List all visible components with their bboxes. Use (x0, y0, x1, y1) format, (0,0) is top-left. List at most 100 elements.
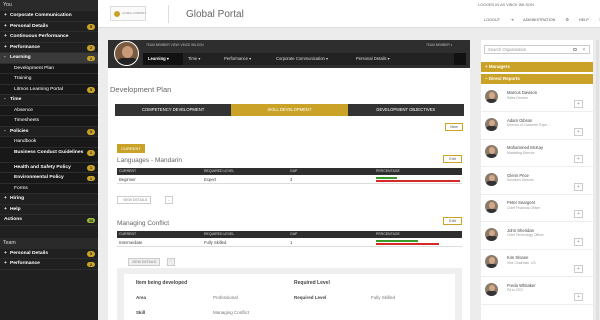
sidebar-item-forms[interactable]: Forms (0, 183, 98, 194)
report-name[interactable]: John Sheridan (507, 228, 534, 233)
search-icon[interactable] (573, 47, 577, 51)
grid-header: CURRENT REQUIRED LEVEL GAP PERCENTAGE (117, 231, 462, 238)
list-item[interactable]: Mohammed McKay Marketing Director + (481, 141, 593, 167)
nav-personal-details[interactable]: Personal Details ▾ (351, 53, 411, 65)
tab-competency-development[interactable]: COMPETENCY DEVELOPMENT (115, 104, 232, 116)
add-icon[interactable]: + (574, 265, 583, 273)
area-value: Professional (213, 295, 238, 300)
avatar (485, 227, 498, 241)
tab-skill-development[interactable]: SKILL DEVELOPMENT (231, 104, 348, 116)
view-details-button[interactable]: VIEW DETAILS (128, 258, 161, 266)
help-link[interactable]: HELP ? (579, 18, 600, 22)
tab-development-objectives[interactable]: DEVELOPMENT OBJECTIVES (347, 104, 464, 116)
add-icon[interactable]: + (574, 210, 583, 218)
nav-time[interactable]: Time ▾ (183, 53, 219, 65)
view-details-button[interactable]: VIEW DETAILS (117, 196, 152, 204)
logout-link[interactable]: LOGOUT ⇥ (484, 18, 513, 22)
new-button[interactable]: New (445, 123, 463, 131)
report-name[interactable]: Glenn Price (507, 173, 529, 178)
sidebar-item-training[interactable]: Training (0, 74, 98, 85)
required-level-value: Fully Skilled (371, 295, 396, 300)
avatar (485, 200, 498, 213)
sidebar-item-business-conduct[interactable]: Business Conduct Guidelines 1 (0, 147, 98, 163)
search-input[interactable]: Search Organisation ✕ (484, 45, 590, 54)
team-member-dropdown[interactable]: TEAM MEMBER ▾ (426, 43, 452, 47)
sidebar-item-development-plan[interactable]: Development Plan (0, 63, 98, 74)
report-name[interactable]: Mohammed McKay (507, 145, 543, 150)
sidebar-item-time[interactable]: - Time (0, 95, 98, 106)
list-item[interactable]: John Sheridan Chief Technology Officer + (481, 224, 593, 250)
administration-link[interactable]: ADMINISTRATION ⚙ (523, 18, 569, 22)
scrollbar[interactable] (596, 40, 599, 320)
add-icon[interactable]: + (574, 127, 583, 136)
skill-label: Skill (136, 310, 146, 315)
count-badge: 1 (87, 165, 95, 171)
sidebar-item-help[interactable]: + Help (0, 205, 98, 215)
skill-grid: CURRENT REQUIRED LEVEL GAP PERCENTAGE In… (117, 231, 462, 247)
green-bar (376, 239, 418, 242)
sidebar-team-header: Team (0, 237, 98, 249)
edit-button[interactable]: Edit (443, 155, 462, 163)
add-icon[interactable]: + (574, 100, 583, 108)
sidebar-item-team-personal-details[interactable]: + Personal Details 5 (0, 249, 98, 259)
add-icon[interactable]: + (574, 155, 583, 163)
chevron-up-icon[interactable]: ⌃ (167, 258, 175, 266)
sidebar-item-continuous-performance[interactable]: + Continuous Performance (0, 32, 98, 43)
add-icon[interactable]: + (574, 237, 583, 246)
sidebar-item-actions[interactable]: Actions 38 (0, 215, 98, 226)
sidebar-item-performance[interactable]: + Performance 2 (0, 43, 98, 53)
list-item[interactable]: Peter Seargent Chief Financial Officer + (481, 196, 593, 222)
edit-button[interactable]: Edit (443, 217, 462, 225)
list-item[interactable]: Kim Sloane Vice Chairman, US + (481, 251, 593, 277)
red-bar (376, 179, 460, 182)
details-panel: VIEW DETAILS ⌃ Item being developed Requ… (117, 258, 462, 320)
skill-grid: CURRENT REQUIRED LEVEL GAP PERCENTAGE Be… (117, 168, 462, 184)
count-badge: 5 (87, 251, 95, 257)
close-icon[interactable]: ✕ (582, 46, 586, 53)
sidebar-item-personal-details[interactable]: + Personal Details 5 (0, 22, 98, 32)
required-level-label: Required Level (294, 295, 327, 300)
grid-header: CURRENT REQUIRED LEVEL GAP PERCENTAGE (117, 168, 462, 175)
nav-learning[interactable]: Learning ▾ (143, 53, 183, 65)
company-logo[interactable]: GLOBAL COMPANY (110, 6, 146, 21)
sidebar-item-timesheets[interactable]: Timesheets (0, 116, 98, 127)
report-name[interactable]: Kim Sloane (507, 255, 528, 260)
page-title: Development Plan (110, 85, 172, 94)
nav-corporate-communication[interactable]: Corporate Communication ▾ (271, 53, 351, 65)
sidebar-item-litmos[interactable]: Litmos Learning Portal 5 (0, 84, 98, 95)
red-bar (376, 242, 439, 245)
list-item[interactable]: Glenn Price Solutions Director + (481, 169, 593, 195)
sidebar-item-environmental[interactable]: Environmental Policy 1 (0, 173, 98, 184)
direct-reports-header[interactable]: − Direct Reports (481, 74, 593, 84)
nav-more[interactable] (454, 53, 466, 65)
list-item[interactable]: Freda Whitaker PA to CEO + (481, 279, 593, 305)
avatar (485, 90, 498, 103)
report-name[interactable]: Adam Gibson (507, 118, 532, 123)
avatar (485, 117, 498, 131)
top-links: LOGOUT ⇥ ADMINISTRATION ⚙ HELP ? (484, 17, 600, 22)
sidebar-item-team-performance[interactable]: + Performance 2 (0, 259, 98, 270)
sidebar-item-learning[interactable]: - Learning 2 (0, 53, 98, 64)
report-name[interactable]: Freda Whitaker (507, 283, 536, 288)
avatar (485, 172, 498, 186)
sidebar-item-absence[interactable]: Absence (0, 105, 98, 116)
add-icon[interactable]: + (574, 182, 583, 191)
report-name[interactable]: Peter Seargent (507, 200, 535, 205)
section-title: Managing Conflict (117, 220, 170, 227)
chevron-down-icon[interactable]: ⌄ (165, 196, 173, 204)
list-item[interactable]: Marcus Davison Sales Director + (481, 86, 593, 112)
managers-header[interactable]: + Managers (481, 62, 593, 72)
sidebar-item-handbook[interactable]: Handbook (0, 137, 98, 148)
avatar (485, 145, 498, 158)
sidebar-item-health-safety[interactable]: Health and Safety Policy 1 (0, 162, 98, 173)
sidebar-item-policies[interactable]: - Policies 5 (0, 127, 98, 137)
nav-performance[interactable]: Performance ▾ (219, 53, 271, 65)
report-name[interactable]: Marcus Davison (507, 90, 537, 95)
sidebar-item-hiring[interactable]: + Hiring (0, 194, 98, 205)
list-item[interactable]: Adam Gibson Director of Customer Expe... + (481, 114, 593, 140)
count-badge: 1 (87, 150, 95, 156)
add-icon[interactable]: + (574, 292, 583, 301)
count-badge: 5 (87, 87, 95, 93)
sidebar-item-corporate-communication[interactable]: + Corporate Communication (0, 11, 98, 22)
count-badge: 5 (87, 129, 95, 135)
